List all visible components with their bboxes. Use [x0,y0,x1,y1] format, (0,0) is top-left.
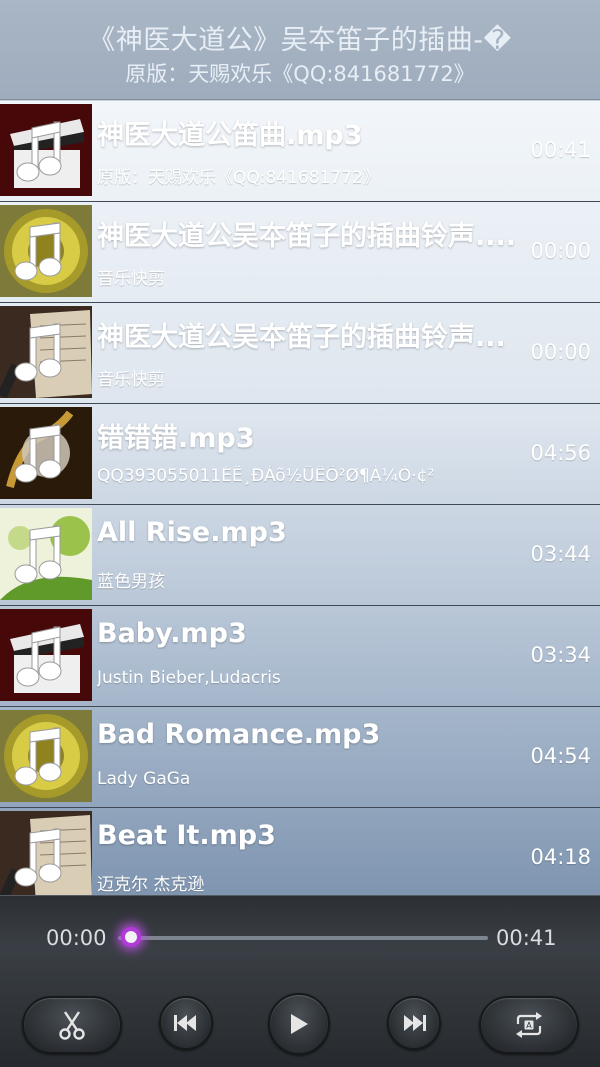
album-art-film-music-icon [0,609,92,701]
song-artist: QQ393055011ÉË¸ÐÁõ½ÜÊÕ²Ø¶À¼Ò·¢² [97,466,435,486]
song-artist: 蓝色男孩 [97,572,165,592]
play-button[interactable] [268,993,330,1055]
song-artist: 迈克尔 杰克逊 [97,875,205,895]
song-artist: Lady GaGa [97,769,191,789]
song-artist: Justin Bieber,Ludacris [97,668,281,688]
previous-icon [174,1015,196,1031]
song-title: Bad Romance.mp3 [97,719,381,750]
song-row[interactable]: 神医大道公吴夲笛子的插曲铃声.... 音乐快剪 00:00 [0,202,600,303]
song-title: 错错错.mp3 [97,423,255,454]
header-subtitle: 原版：天赐欢乐《QQ:841681772》 [125,62,475,86]
song-title: Beat It.mp3 [97,820,276,851]
song-duration: 04:56 [530,441,591,465]
song-duration: 03:34 [530,643,591,667]
play-icon [291,1014,308,1034]
song-duration: 04:54 [530,744,591,768]
player-controls: 00:00 00:41 A [0,895,600,1067]
header-title: 《神医大道公》吴夲笛子的插曲-� [88,25,512,56]
seek-bar[interactable] [118,936,488,940]
song-duration: 04:18 [530,845,591,869]
seek-handle[interactable] [121,927,141,947]
song-duration: 00:00 [530,340,591,364]
song-title: 神医大道公吴夲笛子的插曲铃声... [97,322,506,353]
album-art-gold-disc-icon [0,205,92,297]
repeat-mode-button[interactable]: A [479,996,579,1054]
song-title: 神医大道公吴夲笛子的插曲铃声.... [97,221,517,252]
song-row[interactable]: All Rise.mp3 蓝色男孩 03:44 [0,505,600,606]
current-time: 00:00 [46,926,107,950]
album-art-sheet-microphone-icon [0,306,92,398]
song-row[interactable]: 神医大道公笛曲.mp3 原版：天赐欢乐《QQ:841681772》 00:41 [0,101,600,202]
previous-button[interactable] [159,996,213,1050]
song-duration: 00:00 [530,239,591,263]
next-button[interactable] [387,996,441,1050]
album-art-gold-disc-icon [0,710,92,802]
song-row[interactable]: 神医大道公吴夲笛子的插曲铃声... 音乐快剪 00:00 [0,303,600,404]
song-title: Baby.mp3 [97,618,247,649]
song-row[interactable]: Bad Romance.mp3 Lady GaGa 04:54 [0,707,600,808]
song-row[interactable]: Baby.mp3 Justin Bieber,Ludacris 03:34 [0,606,600,707]
next-icon [404,1015,426,1031]
song-artist: 原版：天赐欢乐《QQ:841681772》 [97,168,380,188]
svg-text:A: A [526,1021,532,1030]
album-art-sheet-microphone-icon [0,811,92,895]
album-art-green-tree-icon [0,508,92,600]
song-artist: 音乐快剪 [97,370,165,390]
cut-button[interactable] [22,996,122,1054]
album-art-film-music-icon [0,104,92,196]
song-duration: 03:44 [530,542,591,566]
repeat-icon: A [516,1012,542,1038]
song-list[interactable]: 神医大道公笛曲.mp3 原版：天赐欢乐《QQ:841681772》 00:41 … [0,101,600,895]
song-title: All Rise.mp3 [97,517,287,548]
album-art-saxophone-icon [0,407,92,499]
song-row[interactable]: 错错错.mp3 QQ393055011ÉË¸ÐÁõ½ÜÊÕ²Ø¶À¼Ò·¢² 0… [0,404,600,505]
header-bar: 《神医大道公》吴夲笛子的插曲-� 原版：天赐欢乐《QQ:841681772》 [0,0,600,100]
song-title: 神医大道公笛曲.mp3 [97,120,363,151]
song-artist: 音乐快剪 [97,269,165,289]
song-row[interactable]: Beat It.mp3 迈克尔 杰克逊 04:18 [0,808,600,895]
total-time: 00:41 [496,926,557,950]
song-duration: 00:41 [530,138,591,162]
scissors-icon [59,1011,85,1040]
